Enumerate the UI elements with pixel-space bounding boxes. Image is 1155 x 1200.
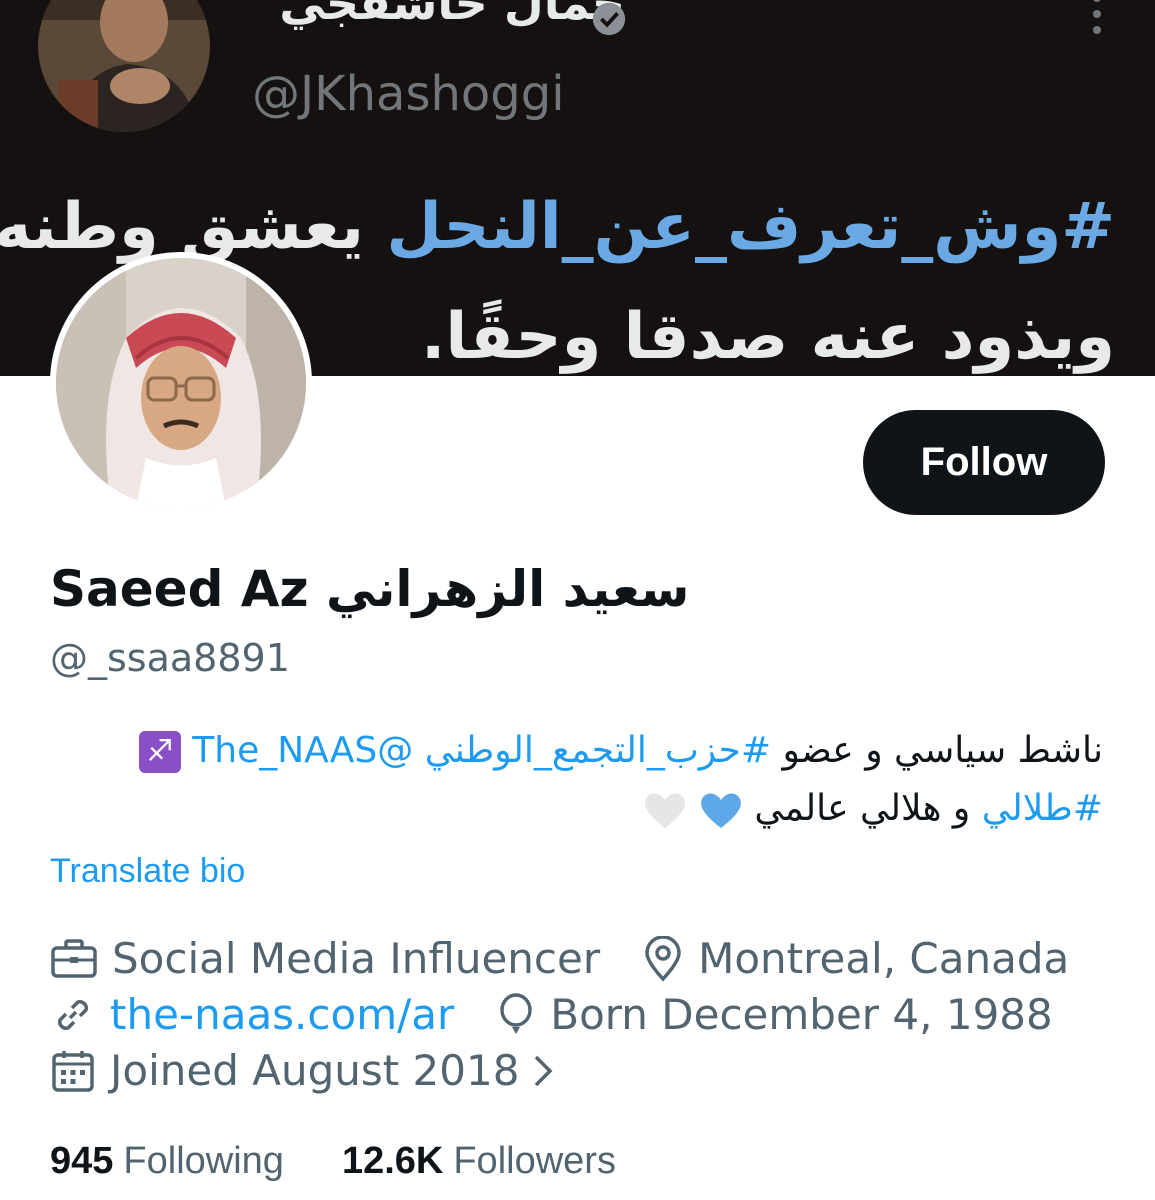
bio-hashtag-2[interactable]: #طلالي xyxy=(982,788,1103,829)
following-label: Following xyxy=(123,1140,284,1182)
followers-label: Followers xyxy=(453,1140,616,1182)
birthday-item: Born December 4, 1988 xyxy=(496,990,1053,1039)
banner-tweet-line2: ويذود عنه صدقا وحقًا. xyxy=(421,300,1115,374)
briefcase-icon xyxy=(51,938,97,978)
banner-tweet-handle: @JKhashoggi xyxy=(252,66,565,122)
link-icon xyxy=(58,999,88,1030)
follow-stats: 945 Following 12.6K Followers xyxy=(50,1140,674,1183)
website-link[interactable]: the-naas.com/ar xyxy=(110,990,454,1039)
profile-bio: ناشط سياسي و عضو #حزب_التجمع_الوطني @The… xyxy=(43,722,1103,838)
location-text: Montreal, Canada xyxy=(698,934,1070,983)
blue-heart-icon xyxy=(700,793,741,828)
followers-count: 12.6K xyxy=(341,1140,444,1182)
birthday-text: Born December 4, 1988 xyxy=(550,990,1053,1039)
info-row-3[interactable]: Joined August 2018 xyxy=(50,1046,611,1095)
follow-button[interactable]: Follow xyxy=(863,410,1105,515)
bio-text-part1: ناشط سياسي و عضو xyxy=(771,730,1103,771)
profile-handle: @_ssaa8891 xyxy=(50,636,290,680)
location-pin-icon xyxy=(645,935,681,982)
info-row-1: Social Media Influencer Montreal, Canada xyxy=(50,934,1111,983)
profession-item: Social Media Influencer xyxy=(50,934,600,983)
balloon-icon xyxy=(500,992,533,1034)
white-heart-icon xyxy=(645,793,686,828)
following-stat[interactable]: 945 Following xyxy=(50,1140,284,1183)
verified-badge-icon xyxy=(592,2,626,36)
banner-tweet-avatar xyxy=(38,0,210,132)
banner-tweet-hashtag: #وش_تعرف_عن_النحل xyxy=(386,190,1115,264)
chevron-right-icon[interactable] xyxy=(531,1051,555,1091)
joined-text: Joined August 2018 xyxy=(110,1046,520,1095)
joined-item[interactable]: Joined August 2018 xyxy=(50,1046,569,1095)
following-count: 945 xyxy=(50,1140,114,1182)
calendar-icon xyxy=(52,1050,94,1092)
sagittarius-icon: ♐ xyxy=(138,731,181,773)
bio-hashtag-party[interactable]: #حزب_التجمع_الوطني xyxy=(425,730,771,771)
bio-text-part2: و هلالي عالمي xyxy=(742,788,982,829)
more-icon xyxy=(1093,0,1101,34)
profession-text: Social Media Influencer xyxy=(112,934,601,983)
profile-avatar[interactable] xyxy=(50,252,312,514)
translate-bio-link[interactable]: Translate bio xyxy=(50,852,245,891)
banner-tweet-author: جمال خاشقجي xyxy=(279,0,625,30)
display-name: Saeed Az سعيد الزهراني xyxy=(50,560,690,618)
followers-stat[interactable]: 12.6K Followers xyxy=(342,1140,616,1183)
bio-mention[interactable]: @The_NAAS xyxy=(192,730,413,771)
info-row-2: the-naas.com/ar Born December 4, 1988 xyxy=(50,990,1095,1039)
location-item: Montreal, Canada xyxy=(642,934,1069,983)
website-item[interactable]: the-naas.com/ar xyxy=(50,990,454,1039)
